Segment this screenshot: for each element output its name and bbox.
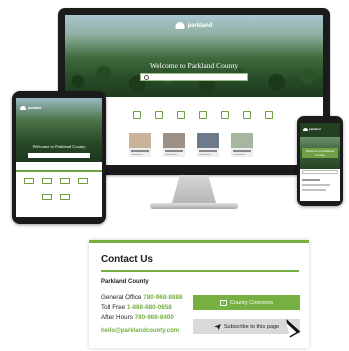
- quick-link-icon[interactable]: [221, 111, 229, 119]
- quick-link-icon[interactable]: [155, 111, 163, 119]
- logo-text: parkland: [28, 106, 42, 110]
- general-office-line: General Office 780-968-8888: [101, 294, 182, 301]
- contact-accent-bar: [89, 240, 309, 243]
- phone-header: parkland: [300, 123, 340, 137]
- phone-device: parkland Welcome to Parkland County: [297, 116, 343, 206]
- logo-text: parkland: [187, 22, 213, 29]
- toll-free-line: Toll Free 1-888-880-0858: [101, 304, 172, 311]
- after-hours-label: After Hours: [101, 314, 133, 321]
- quick-link-icon[interactable]: [133, 111, 141, 119]
- hero-title: Welcome to Parkland County: [149, 61, 239, 70]
- contact-card: Contact Us Parkland County General Offic…: [89, 240, 309, 348]
- card-image: [197, 133, 219, 148]
- search-input[interactable]: [140, 73, 248, 81]
- after-hours-number[interactable]: 780-968-8400: [135, 314, 174, 321]
- contact-divider: [101, 270, 299, 272]
- search-icon: [144, 74, 149, 80]
- quick-link-icon[interactable]: [42, 178, 52, 184]
- tablet-search-input[interactable]: [28, 153, 90, 158]
- card-image: [163, 133, 185, 148]
- quick-link-icon[interactable]: [60, 178, 70, 184]
- news-card[interactable]: [129, 133, 151, 157]
- quick-link-icon[interactable]: [78, 178, 88, 184]
- comment-icon: !: [219, 299, 227, 306]
- phone-screen: parkland Welcome to Parkland County: [300, 123, 340, 201]
- quick-link-icon[interactable]: [24, 178, 34, 184]
- forest-image: [65, 45, 323, 97]
- paper-plane-icon: [213, 323, 221, 330]
- news-cards: [129, 133, 265, 159]
- county-concerns-label: County Concerns: [229, 299, 274, 306]
- news-card[interactable]: [163, 133, 185, 157]
- logo-icon: [20, 106, 26, 110]
- toll-free-label: Toll Free: [101, 304, 126, 311]
- quick-link-icon[interactable]: [177, 111, 185, 119]
- hero-banner: parkland Welcome to Parkland County: [65, 15, 323, 97]
- quick-link-icon[interactable]: [199, 111, 207, 119]
- county-concerns-button[interactable]: ! County Concerns: [193, 295, 300, 310]
- tablet-hero: parkland Welcome to Parkland County: [16, 98, 102, 162]
- card-image: [231, 133, 253, 148]
- phone-search-input[interactable]: [302, 170, 338, 174]
- news-card[interactable]: [231, 133, 253, 157]
- device-mockup: parkland Welcome to Parkland County park…: [0, 0, 349, 351]
- subscribe-label: Subscribe to this page: [223, 323, 280, 330]
- logo-icon: [303, 127, 308, 131]
- monitor-stand-base: [150, 203, 238, 209]
- toll-free-number[interactable]: 1-888-880-0858: [127, 304, 172, 311]
- general-office-number[interactable]: 780-968-8888: [143, 294, 182, 301]
- quick-link-icon[interactable]: [243, 111, 251, 119]
- monitor-stand-neck: [172, 175, 216, 203]
- tablet-screen: parkland Welcome to Parkland County: [16, 98, 102, 217]
- quick-link-icon[interactable]: [60, 194, 70, 200]
- contact-title: Contact Us: [101, 254, 153, 265]
- site-logo[interactable]: parkland: [175, 22, 213, 29]
- tablet-logo[interactable]: parkland: [20, 106, 41, 110]
- logo-icon: [175, 22, 185, 29]
- contact-org: Parkland County: [101, 279, 149, 285]
- quick-link-icon[interactable]: [42, 194, 52, 200]
- general-office-label: General Office: [101, 294, 142, 301]
- phone-hero-title: Welcome to Parkland County: [302, 148, 338, 158]
- after-hours-line: After Hours 780-968-8400: [101, 314, 174, 321]
- contact-email-link[interactable]: hello@parklandcounty.com: [101, 328, 179, 334]
- card-image: [129, 133, 151, 148]
- tablet-device: parkland Welcome to Parkland County: [12, 91, 106, 224]
- phone-logo[interactable]: parkland: [303, 127, 321, 131]
- quick-link-icon[interactable]: [265, 111, 273, 119]
- logo-text: parkland: [309, 127, 321, 131]
- news-card[interactable]: [197, 133, 219, 157]
- tablet-hero-title: Welcome to Parkland County: [32, 144, 86, 149]
- tablet-divider: [16, 170, 102, 172]
